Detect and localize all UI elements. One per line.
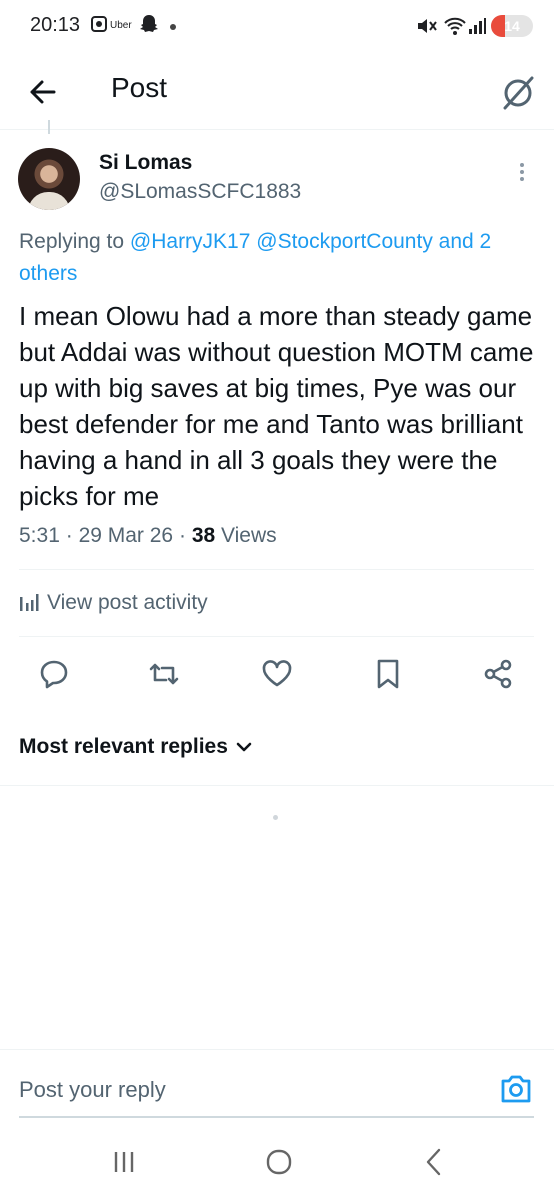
replying-to: Replying to @HarryJK17 @StockportCounty … (19, 226, 539, 290)
snapchat-icon (138, 13, 160, 40)
page-title: Post (111, 72, 168, 103)
replies-sort-dropdown[interactable]: Most relevant replies (19, 735, 252, 759)
post-date: 29 Mar 26 (78, 524, 174, 547)
back-button[interactable] (24, 72, 64, 112)
signal-icon (468, 17, 486, 40)
repost-icon (149, 663, 179, 685)
share-icon (484, 659, 512, 689)
camera-icon (501, 1075, 531, 1103)
reply-composer: Post your reply (0, 1049, 554, 1119)
post-text: I mean Olowu had a more than steady game… (19, 301, 534, 511)
nav-back-icon (426, 1148, 441, 1176)
grok-button[interactable] (496, 70, 540, 114)
chevron-down-icon (236, 742, 252, 752)
divider (19, 636, 534, 637)
sort-label: Most relevant replies (19, 735, 228, 758)
status-time: 20:13 (30, 14, 81, 36)
author-handle[interactable]: @SLomasSCFC1883 (99, 180, 301, 204)
like-button[interactable] (259, 656, 295, 692)
reply-button[interactable] (36, 656, 72, 692)
system-nav-bar (0, 1130, 554, 1200)
share-button[interactable] (480, 656, 516, 692)
wifi-icon (443, 16, 467, 41)
views-label: Views (221, 524, 277, 547)
bookmark-button[interactable] (370, 656, 406, 692)
nav-back-button[interactable] (414, 1144, 454, 1180)
divider (0, 785, 554, 786)
grok-icon (503, 76, 534, 110)
recent-apps-button[interactable] (104, 1144, 144, 1180)
arrow-left-icon (30, 80, 56, 104)
top-bar: Post (0, 56, 554, 130)
reply-input[interactable]: Post your reply (19, 1077, 166, 1103)
recent-apps-icon (114, 1152, 134, 1172)
home-button[interactable] (259, 1144, 299, 1180)
activity-label: View post activity (47, 591, 208, 614)
camera-button[interactable] (498, 1072, 534, 1106)
mute-icon (416, 16, 438, 41)
reply-underline (19, 1116, 534, 1118)
loading-indicator (273, 815, 278, 820)
author-name[interactable]: Si Lomas (99, 151, 192, 175)
view-post-activity[interactable]: View post activity (19, 591, 208, 615)
bar-chart-icon (20, 594, 39, 611)
views-count: 38 (191, 524, 216, 547)
reply-bubble-icon (40, 660, 68, 689)
post-meta: 5:31 · 29 Mar 26 · 38 Views (19, 524, 277, 547)
avatar[interactable] (18, 148, 80, 210)
battery-level: 14 (504, 18, 520, 34)
screen-record-icon (90, 14, 108, 39)
battery-indicator: 14 (491, 15, 533, 37)
divider (19, 569, 534, 570)
bookmark-icon (377, 659, 399, 689)
home-circle-icon (266, 1149, 292, 1175)
repost-button[interactable] (146, 656, 182, 692)
status-bar: 20:13 Uber 14 (0, 0, 554, 56)
thread-line (48, 120, 50, 134)
heart-icon (262, 660, 292, 687)
post-time: 5:31 (19, 524, 60, 547)
replying-prefix: Replying to (19, 230, 125, 253)
uber-notification: Uber (110, 20, 132, 31)
notification-dot (170, 24, 176, 30)
more-options-button[interactable] (512, 160, 532, 186)
